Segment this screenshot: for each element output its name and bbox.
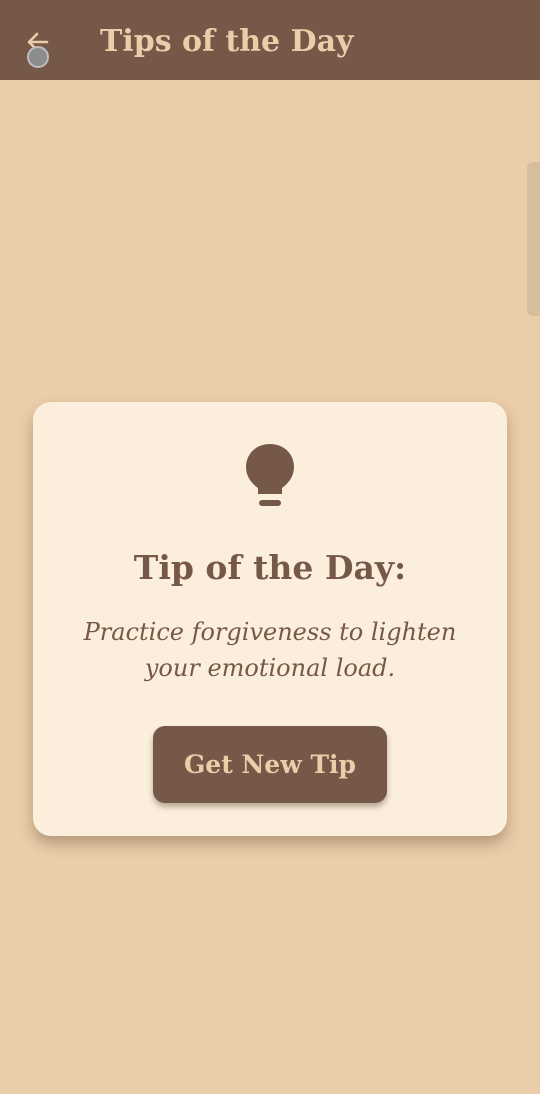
get-new-tip-button[interactable]: Get New Tip — [153, 726, 387, 803]
tip-card: Tip of the Day: Practice forgiveness to … — [33, 402, 507, 836]
back-button[interactable] — [18, 24, 60, 68]
touch-indicator — [27, 46, 49, 68]
lightbulb-icon — [246, 444, 294, 506]
scroll-indicator[interactable] — [527, 162, 540, 316]
card-title: Tip of the Day: — [133, 548, 407, 587]
tip-text: Practice forgiveness to lighten your emo… — [83, 618, 457, 682]
app-bar: Tips of the Day — [0, 0, 540, 80]
page-title: Tips of the Day — [100, 24, 354, 59]
